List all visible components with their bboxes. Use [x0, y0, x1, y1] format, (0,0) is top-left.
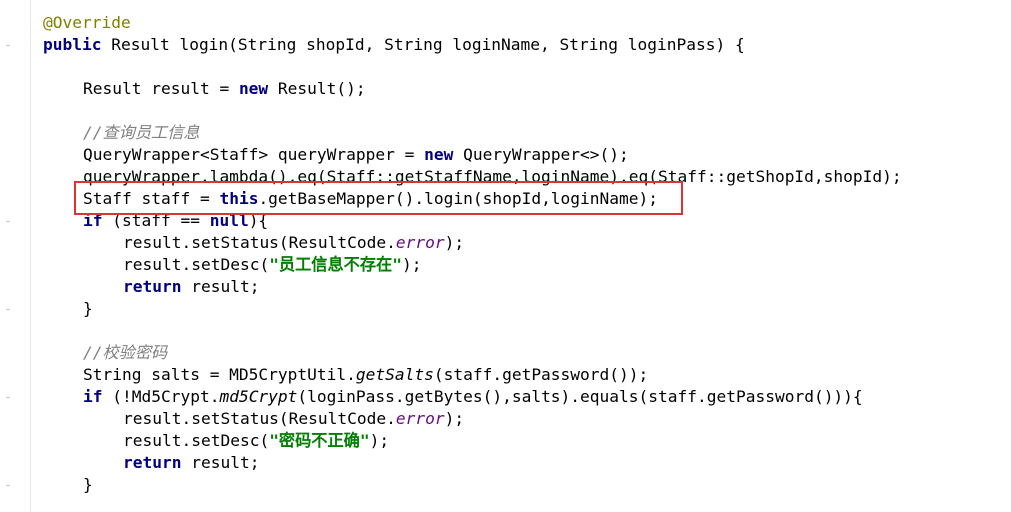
annotation-token: @Override	[43, 13, 131, 32]
code-text: result.setDesc(	[123, 431, 270, 450]
field-token: error	[395, 409, 445, 428]
code-line[interactable]: result.setDesc("密码不正确");	[123, 430, 389, 452]
code-line[interactable]: if (!Md5Crypt.md5Crypt(loginPass.getByte…	[83, 386, 863, 408]
keyword-token: new	[238, 79, 269, 98]
code-text: );	[444, 409, 465, 428]
code-line[interactable]: return result;	[123, 276, 259, 298]
keyword-token: return	[123, 453, 182, 472]
keyword-token: public	[43, 35, 102, 54]
code-line[interactable]: return result;	[123, 452, 259, 474]
code-text: );	[369, 431, 390, 450]
string-token: "密码不正确"	[269, 431, 370, 450]
code-text: result.setDesc(	[123, 255, 270, 274]
keyword-token: new	[424, 145, 454, 164]
code-text: result;	[181, 453, 260, 472]
static-method-token: getSalts	[355, 365, 434, 384]
static-method-token: md5Crypt	[219, 387, 298, 406]
code-text: );	[444, 233, 465, 252]
code-text: result.setStatus(ResultCode.	[123, 233, 396, 252]
code-text: result;	[181, 277, 260, 296]
code-text: String salts = MD5CryptUtil.	[83, 365, 356, 384]
code-line[interactable]: }	[83, 474, 93, 496]
code-text: QueryWrapper<Staff> queryWrapper =	[83, 145, 425, 164]
code-text: (loginPass.getBytes(),salts).equals(staf…	[297, 387, 863, 406]
comment-token: //查询员工信息	[83, 123, 200, 142]
code-line[interactable]: public Result login(String shopId, Strin…	[43, 34, 745, 56]
code-text: QueryWrapper<>();	[453, 145, 629, 164]
code-line[interactable]: String salts = MD5CryptUtil.getSalts(sta…	[83, 364, 648, 386]
comment-token: //校验密码	[83, 343, 168, 362]
code-line[interactable]: result.setStatus(ResultCode.error);	[123, 232, 464, 254]
code-text: }	[83, 475, 93, 494]
code-text: (staff.getPassword());	[433, 365, 649, 384]
code-line[interactable]: QueryWrapper<Staff> queryWrapper = new Q…	[83, 144, 629, 166]
field-token: error	[395, 233, 445, 252]
code-editor[interactable]: @Override public Result login(String sho…	[0, 0, 1011, 512]
string-token: "员工信息不存在"	[269, 255, 402, 274]
code-text: result.setStatus(ResultCode.	[123, 409, 396, 428]
code-line[interactable]: @Override	[43, 12, 131, 34]
code-line[interactable]: result.setStatus(ResultCode.error);	[123, 408, 464, 430]
code-text: Result login(String shopId, String login…	[101, 35, 745, 54]
code-line[interactable]: }	[83, 298, 93, 320]
code-line[interactable]: //校验密码	[83, 342, 167, 364]
highlight-annotation-box	[74, 181, 683, 215]
code-text: (!Md5Crypt.	[102, 387, 220, 406]
code-line[interactable]: //查询员工信息	[83, 122, 200, 144]
code-line[interactable]: Result result = new Result();	[83, 78, 366, 100]
code-text: Result();	[268, 79, 366, 98]
code-text: Result result =	[83, 79, 239, 98]
code-text: }	[83, 299, 93, 318]
keyword-token: if	[83, 387, 103, 406]
code-text: );	[402, 255, 422, 274]
keyword-token: return	[123, 277, 182, 296]
code-line[interactable]: result.setDesc("员工信息不存在");	[123, 254, 422, 276]
